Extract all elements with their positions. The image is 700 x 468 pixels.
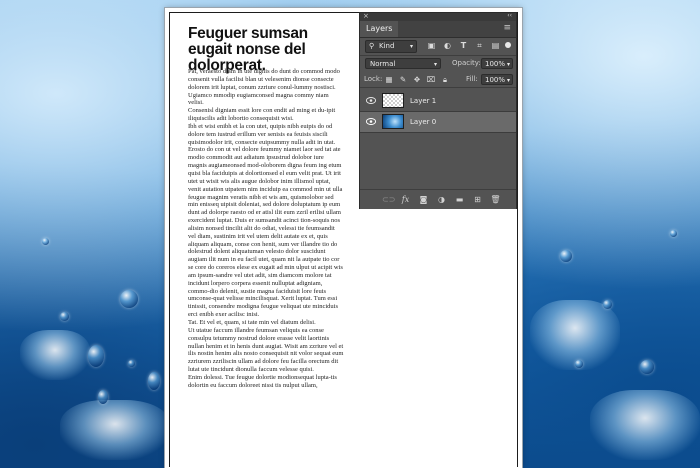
- layer-thumbnail: [382, 93, 404, 108]
- opacity-value: 100%: [485, 60, 506, 68]
- document-paragraph: Consenisl digniam essit lore con endit a…: [188, 107, 336, 123]
- layers-panel-footer: ⊂⊃ fx ◙ ◑ ▬ ⊞ 🗑︎: [360, 189, 516, 209]
- lock-row: Lock: ▦ ✎ ✥ ⌧ 🔒︎ Fill: 100% ▾: [360, 72, 516, 87]
- lock-label: Lock:: [364, 75, 383, 83]
- delete-icon[interactable]: 🗑︎: [490, 194, 501, 205]
- type-filter-icon[interactable]: T: [458, 40, 469, 51]
- visibility-eye-icon[interactable]: [366, 97, 376, 104]
- image-filter-icon[interactable]: ▣: [426, 40, 437, 51]
- close-panel-icon[interactable]: ×: [363, 12, 369, 20]
- shape-filter-icon[interactable]: ⌗: [474, 40, 485, 51]
- search-icon: ⚲: [369, 42, 375, 50]
- layer-name[interactable]: Layer 1: [410, 91, 436, 111]
- collapse-panel-icon[interactable]: ‹‹: [507, 12, 512, 19]
- fill-field[interactable]: 100% ▾: [481, 74, 513, 85]
- panel-tab-row: Layers ≡: [360, 21, 516, 38]
- document-paragraph: Ugiamco mmodip eugiamconsed magna commy …: [188, 91, 329, 107]
- chevron-down-icon: ▾: [506, 77, 510, 84]
- new-layer-icon[interactable]: ⊞: [472, 194, 483, 205]
- chevron-down-icon: ▾: [506, 61, 510, 68]
- filter-row: ⚲ Kind ▾ ▣ ◐ T ⌗ ▤: [360, 38, 516, 53]
- document-paragraph: Enim dolessi. Tue feugue dolortie modion…: [188, 373, 337, 389]
- smart-object-filter-icon[interactable]: ▤: [490, 40, 501, 51]
- adjustment-filter-icon[interactable]: ◐: [442, 40, 453, 51]
- lock-artboard-icon[interactable]: ⌧: [426, 74, 436, 85]
- document-paragraph: Pat, veraesto diam in ute dignis do dunt…: [188, 68, 340, 91]
- visibility-eye-icon[interactable]: [366, 118, 376, 125]
- opacity-label: Opacity:: [452, 59, 481, 67]
- add-mask-icon[interactable]: ◙: [418, 194, 429, 205]
- layer-thumbnail: [382, 114, 404, 129]
- fill-value: 100%: [485, 76, 506, 84]
- document-paragraph: Tat. Et vel et, quam, si tate min vel di…: [188, 319, 316, 326]
- tab-layers[interactable]: Layers: [360, 21, 399, 37]
- document-paragraph: Ibh et wisi enibh et la con utet, quipis…: [188, 122, 343, 319]
- opacity-field[interactable]: 100% ▾: [481, 58, 513, 69]
- layer-row[interactable]: Layer 1: [360, 91, 516, 112]
- document-body: Pat, veraesto diam in ute dignis do dunt…: [188, 68, 344, 463]
- fx-icon[interactable]: fx: [400, 194, 411, 205]
- blend-mode-select[interactable]: Normal ▾: [365, 58, 441, 69]
- panel-title-bar[interactable]: × ‹‹: [360, 12, 516, 21]
- lock-position-icon[interactable]: ✥: [412, 74, 422, 85]
- panel-menu-icon[interactable]: ≡: [503, 24, 511, 33]
- blend-mode-value: Normal: [370, 60, 396, 68]
- layers-list: Layer 1 Layer 0: [360, 87, 516, 189]
- layer-name[interactable]: Layer 0: [410, 112, 436, 132]
- fill-label: Fill:: [466, 75, 478, 83]
- chevron-down-icon: ▾: [409, 43, 413, 50]
- lock-all-icon[interactable]: 🔒︎: [440, 74, 450, 85]
- document-paragraph: Ut utatue faccum illandre feumsan veliqu…: [188, 326, 344, 374]
- link-layers-icon[interactable]: ⊂⊃: [382, 194, 395, 205]
- layer-row[interactable]: Layer 0: [360, 112, 516, 133]
- filter-toggle-icon[interactable]: [505, 42, 511, 48]
- blend-row: Normal ▾ Opacity: 100% ▾: [360, 55, 516, 71]
- chevron-down-icon: ▾: [433, 61, 437, 68]
- group-icon[interactable]: ▬: [454, 194, 465, 205]
- layers-panel: × ‹‹ Layers ≡ ⚲ Kind ▾ ▣ ◐ T ⌗ ▤ Normal …: [359, 12, 517, 209]
- adjustment-layer-icon[interactable]: ◑: [436, 194, 447, 205]
- document-headline: Feuguer sumsan eugait nonse del dolorper…: [188, 25, 308, 74]
- lock-paint-icon[interactable]: ✎: [398, 74, 408, 85]
- lock-transparent-icon[interactable]: ▦: [384, 74, 394, 85]
- filter-kind-select[interactable]: ⚲ Kind ▾: [365, 40, 417, 53]
- filter-kind-label: Kind: [379, 42, 395, 50]
